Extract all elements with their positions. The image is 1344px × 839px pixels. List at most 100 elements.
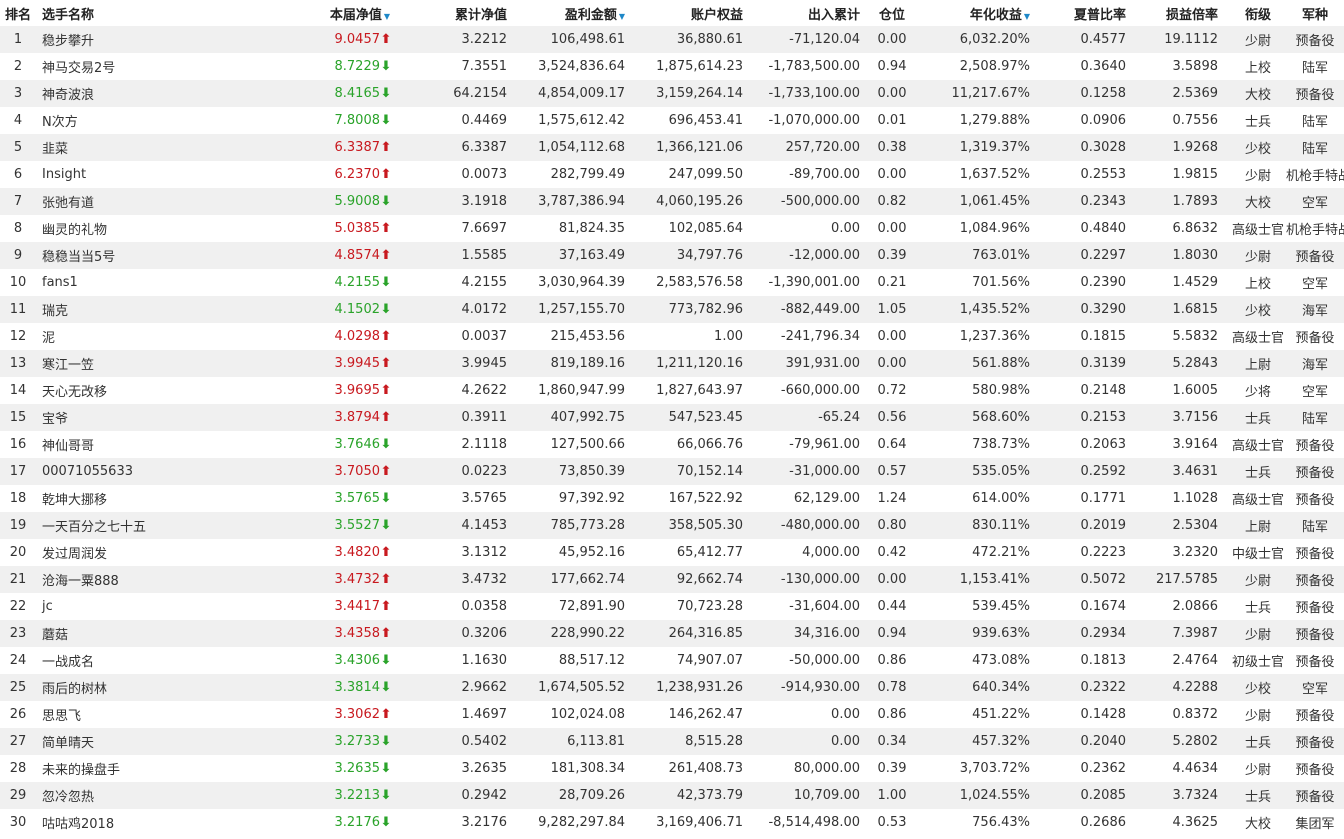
nav-cell: 3.9945⬆ bbox=[226, 350, 400, 377]
table-row[interactable]: 15 宝爷 3.8794⬆ 0.3911 407,992.75 547,523.45 -65… bbox=[0, 404, 1344, 431]
arrow-down-icon: ⬇ bbox=[380, 680, 392, 695]
table-row[interactable]: 10 fans1 4.2155⬇ 4.2155 3,030,964.39 2,583,57… bbox=[0, 269, 1344, 296]
pl-ratio-cell: 0.8372 bbox=[1172, 707, 1219, 722]
name-cell[interactable]: jc bbox=[36, 593, 226, 620]
table-row[interactable]: 5 韭菜 6.3387⬆ 6.3387 1,054,112.68 1,366,121.06… bbox=[0, 134, 1344, 161]
name-cell[interactable]: 瑞克 bbox=[36, 296, 226, 323]
name-cell[interactable]: 咕咕鸡2018 bbox=[36, 809, 226, 836]
profit-cell: 1,674,505.52 bbox=[538, 680, 625, 695]
name-cell[interactable]: 神仙哥哥 bbox=[36, 431, 226, 458]
name-cell[interactable]: 张弛有道 bbox=[36, 188, 226, 215]
col-header-annual[interactable]: 年化收益 ▼ bbox=[924, 0, 1030, 26]
name-cell[interactable]: 泥 bbox=[36, 323, 226, 350]
name-cell[interactable]: 蘑菇 bbox=[36, 620, 226, 647]
table-row[interactable]: 6 Insight 6.2370⬆ 0.0073 282,799.49 247,099.5… bbox=[0, 161, 1344, 188]
table-row[interactable]: 17 00071055633 3.7050⬆ 0.0223 73,850.39 70,15… bbox=[0, 458, 1344, 485]
col-header-rank[interactable]: 排名 bbox=[0, 0, 36, 26]
table-row[interactable]: 11 瑞克 4.1502⬇ 4.0172 1,257,155.70 773,782.96-… bbox=[0, 296, 1344, 323]
name-cell[interactable]: 沧海一粟888 bbox=[36, 566, 226, 593]
name-cell[interactable]: 乾坤大挪移 bbox=[36, 485, 226, 512]
name-cell[interactable]: 简单晴天 bbox=[36, 728, 226, 755]
table-row[interactable]: 9 稳稳当当5号 4.8574⬆ 1.5585 37,163.49 34,797.76 -1… bbox=[0, 242, 1344, 269]
branch-cell: 机枪手特战营 bbox=[1286, 223, 1344, 238]
table-row[interactable]: 21 沧海一粟888 3.4732⬆ 3.4732 177,662.74 92,662.7… bbox=[0, 566, 1344, 593]
nav-value: 4.0298 bbox=[334, 329, 381, 344]
rank-title-cell: 士兵 bbox=[1244, 115, 1271, 130]
col-header-position[interactable]: 仓位 bbox=[860, 0, 924, 26]
branch-cell: 海军 bbox=[1301, 304, 1328, 319]
table-row[interactable]: 4 N次方 7.8008⬇ 0.4469 1,575,612.42 696,453.41-… bbox=[0, 107, 1344, 134]
table-row[interactable]: 1 稳步攀升 9.0457⬆ 3.2212 106,498.61 36,880.61 -71… bbox=[0, 26, 1344, 53]
name-cell[interactable]: 宝爷 bbox=[36, 404, 226, 431]
table-row[interactable]: 28 未来的操盘手 3.2635⬇ 3.2635 181,308.34 261,408.7… bbox=[0, 755, 1344, 782]
name-cell[interactable]: 神马交易2号 bbox=[36, 53, 226, 80]
name-cell[interactable]: 雨后的树林 bbox=[36, 674, 226, 701]
rank-cell: 27 bbox=[9, 734, 27, 749]
annual-cell: 6,032.20% bbox=[959, 32, 1030, 47]
table-row[interactable]: 2 神马交易2号 8.7229⬇ 7.3551 3,524,836.64 1,875,61… bbox=[0, 53, 1344, 80]
table-row[interactable]: 26 思思飞 3.3062⬆ 1.4697 102,024.08 146,262.47 0.… bbox=[0, 701, 1344, 728]
nav-value: 8.7229 bbox=[334, 59, 381, 74]
branch-cell: 预备役 bbox=[1295, 574, 1335, 589]
name-cell[interactable]: 天心无改移 bbox=[36, 377, 226, 404]
table-row[interactable]: 25 雨后的树林 3.3814⬇ 2.9662 1,674,505.52 1,238,93… bbox=[0, 674, 1344, 701]
table-row[interactable]: 19 一天百分之七十五 3.5527⬇ 4.1453 785,773.28 358,505… bbox=[0, 512, 1344, 539]
col-header-rank-title[interactable]: 衔级 bbox=[1230, 0, 1286, 26]
name-cell[interactable]: 思思飞 bbox=[36, 701, 226, 728]
table-row[interactable]: 14 天心无改移 3.9695⬆ 4.2622 1,860,947.99 1,827,64… bbox=[0, 377, 1344, 404]
col-header-nav[interactable]: 本届净值 ▼ bbox=[226, 0, 400, 26]
position-cell: 0.86 bbox=[877, 653, 907, 668]
name-cell[interactable]: 未来的操盘手 bbox=[36, 755, 226, 782]
col-header-profit[interactable]: 盈利金额 ▼ bbox=[507, 0, 625, 26]
table-row[interactable]: 12 泥 4.0298⬆ 0.0037 215,453.56 1.00 -241,796.3… bbox=[0, 323, 1344, 350]
table-row[interactable]: 16 神仙哥哥 3.7646⬇ 2.1118 127,500.66 66,066.76 -7… bbox=[0, 431, 1344, 458]
col-header-cum-nav[interactable]: 累计净值 bbox=[400, 0, 507, 26]
position-cell: 0.21 bbox=[877, 275, 907, 290]
col-header-branch[interactable]: 军种 bbox=[1286, 0, 1344, 26]
table-row[interactable]: 24 一战成名 3.4306⬇ 1.1630 88,517.12 74,907.07 -50… bbox=[0, 647, 1344, 674]
rank-title-cell: 高级士官 bbox=[1231, 493, 1284, 508]
table-row[interactable]: 22 jc 3.4417⬆ 0.0358 72,891.90 70,723.28 -31,6… bbox=[0, 593, 1344, 620]
name-cell[interactable]: 稳步攀升 bbox=[36, 26, 226, 53]
name-cell[interactable]: N次方 bbox=[36, 107, 226, 134]
name-cell[interactable]: 稳稳当当5号 bbox=[36, 242, 226, 269]
col-header-sharpe[interactable]: 夏普比率 bbox=[1030, 0, 1132, 26]
table-row[interactable]: 20 发过周润发 3.4820⬆ 3.1312 45,952.16 65,412.77 4,… bbox=[0, 539, 1344, 566]
col-header-name[interactable]: 选手名称 bbox=[36, 0, 226, 26]
position-cell: 0.42 bbox=[877, 545, 907, 560]
table-row[interactable]: 8 幽灵的礼物 5.0385⬆ 7.6697 81,824.35 102,085.64 0.… bbox=[0, 215, 1344, 242]
name-cell[interactable]: fans1 bbox=[36, 269, 226, 296]
table-row[interactable]: 3 神奇波浪 8.4165⬇ 64.2154 4,854,009.17 3,159,264… bbox=[0, 80, 1344, 107]
nav-value: 3.4732 bbox=[334, 572, 381, 587]
name-cell[interactable]: 一战成名 bbox=[36, 647, 226, 674]
nav-cell: 7.8008⬇ bbox=[226, 107, 400, 134]
col-header-equity[interactable]: 账户权益 bbox=[625, 0, 743, 26]
name-cell[interactable]: 幽灵的礼物 bbox=[36, 215, 226, 242]
table-row[interactable]: 23 蘑菇 3.4358⬆ 0.3206 228,990.22 264,316.85 34,… bbox=[0, 620, 1344, 647]
table-row[interactable]: 29 忽冷忽热 3.2213⬇ 0.2942 28,709.26 42,373.79 10,… bbox=[0, 782, 1344, 809]
col-header-inout[interactable]: 出入累计 bbox=[743, 0, 860, 26]
name-cell[interactable]: 寒江一笠 bbox=[36, 350, 226, 377]
arrow-up-icon: ⬆ bbox=[380, 221, 392, 236]
name-cell[interactable]: 发过周润发 bbox=[36, 539, 226, 566]
nav-value: 4.2155 bbox=[334, 275, 381, 290]
name-cell[interactable]: Insight bbox=[36, 161, 226, 188]
name-cell[interactable]: 一天百分之七十五 bbox=[36, 512, 226, 539]
table-row[interactable]: 13 寒江一笠 3.9945⬆ 3.9945 819,189.16 1,211,120.1… bbox=[0, 350, 1344, 377]
table-row[interactable]: 7 张弛有道 5.9008⬇ 3.1918 3,787,386.94 4,060,195.… bbox=[0, 188, 1344, 215]
name-cell[interactable]: 00071055633 bbox=[36, 458, 226, 485]
table-row[interactable]: 18 乾坤大挪移 3.5765⬇ 3.5765 97,392.92 167,522.92 6… bbox=[0, 485, 1344, 512]
sort-desc-icon[interactable]: ▼ bbox=[1024, 12, 1030, 21]
rank-cell: 8 bbox=[13, 221, 23, 236]
table-row[interactable]: 30 咕咕鸡2018 3.2176⬇ 3.2176 9,282,297.84 3,169,… bbox=[0, 809, 1344, 836]
sort-desc-icon[interactable]: ▼ bbox=[619, 12, 625, 21]
rank-cell: 6 bbox=[13, 167, 23, 182]
name-cell[interactable]: 忽冷忽热 bbox=[36, 782, 226, 809]
table-row[interactable]: 27 简单晴天 3.2733⬇ 0.5402 6,113.81 8,515.28 0.00 0… bbox=[0, 728, 1344, 755]
name-cell[interactable]: 神奇波浪 bbox=[36, 80, 226, 107]
sort-desc-icon[interactable]: ▼ bbox=[384, 12, 390, 21]
name-cell[interactable]: 韭菜 bbox=[36, 134, 226, 161]
sharpe-cell: 0.1674 bbox=[1080, 599, 1127, 614]
arrow-up-icon: ⬆ bbox=[380, 707, 392, 722]
col-header-pl-ratio[interactable]: 损益倍率 bbox=[1132, 0, 1230, 26]
